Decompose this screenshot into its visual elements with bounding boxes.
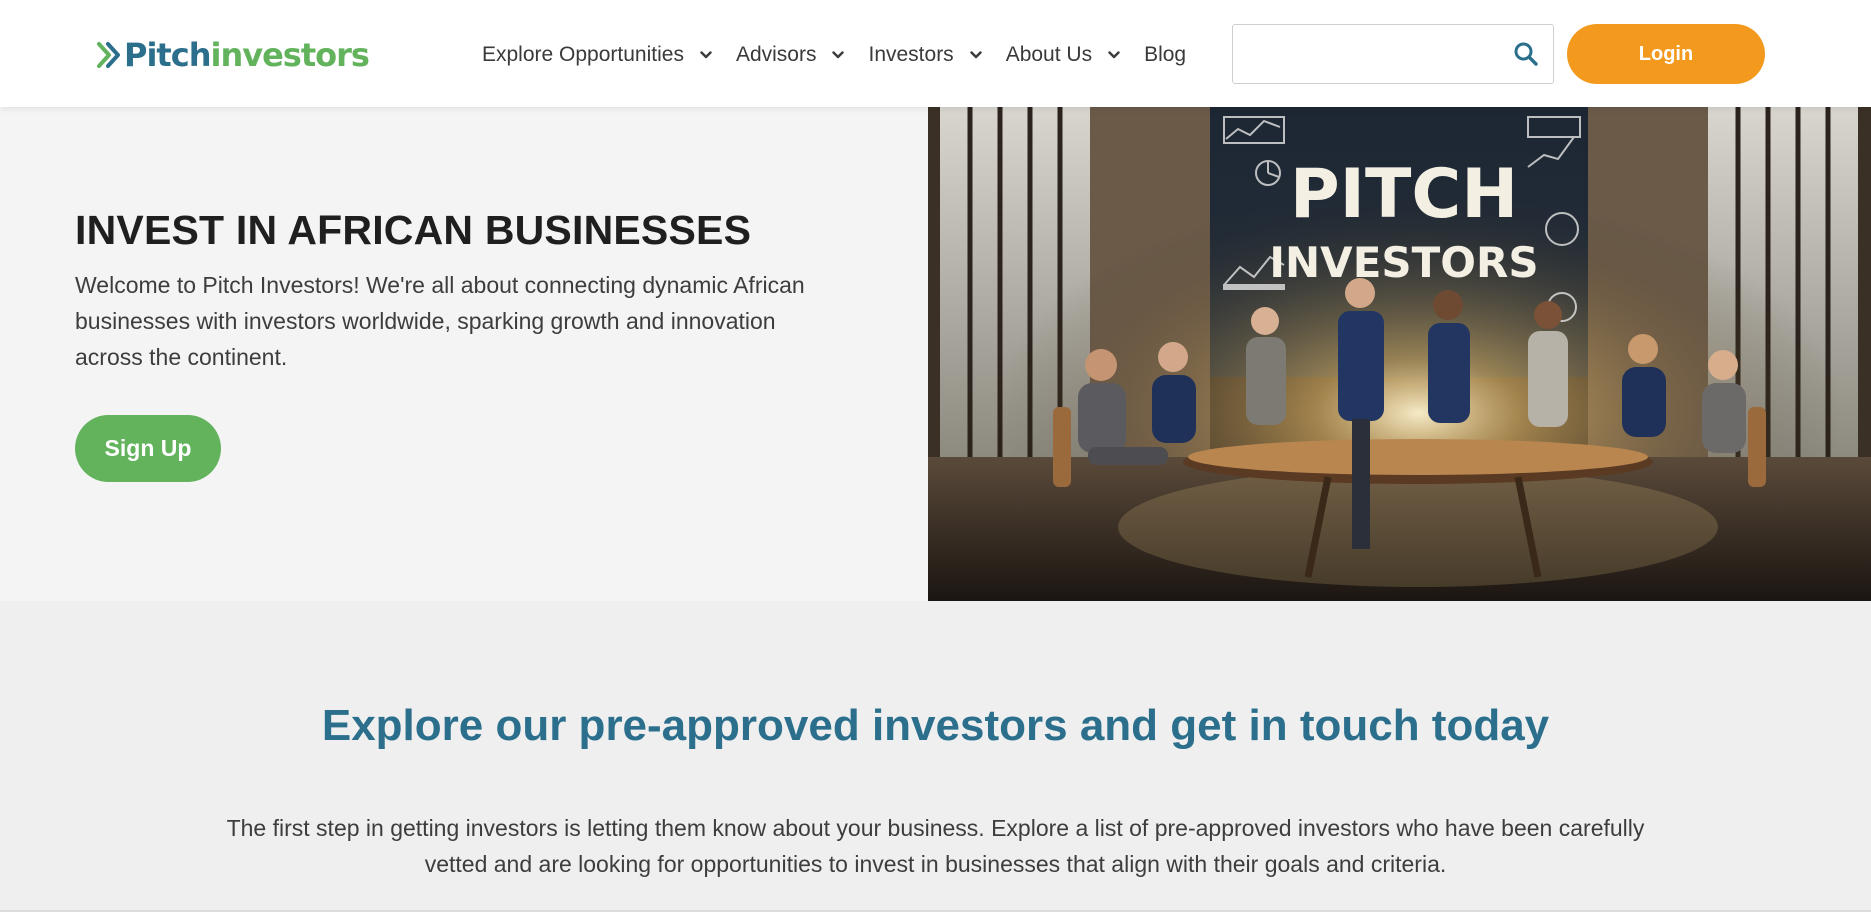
chevron-down-icon	[832, 51, 845, 59]
logo-text-investors: investors	[210, 36, 369, 74]
main-nav: Explore Opportunities Advisors Investors…	[482, 34, 1186, 76]
nav-item-explore-opportunities[interactable]: Explore Opportunities	[482, 43, 712, 67]
nav-item-about-us[interactable]: About Us	[1006, 43, 1120, 67]
nav-item-blog[interactable]: Blog	[1144, 43, 1186, 67]
logo-text-pitch: Pitch	[124, 36, 211, 74]
nav-label: Blog	[1144, 43, 1187, 66]
hero-section: INVEST IN AFRICAN BUSINESSES Welcome to …	[0, 107, 1871, 601]
nav-item-investors[interactable]: Investors	[868, 43, 982, 67]
hero-image: PITCH INVESTORS	[928, 107, 1871, 601]
nav-label: About Us	[1005, 43, 1093, 66]
hero-description: Welcome to Pitch Investors! We're all ab…	[75, 272, 805, 370]
site-header: Pitchinvestors Explore Opportunities Adv…	[0, 0, 1871, 107]
site-logo[interactable]: Pitchinvestors	[97, 32, 370, 78]
logo-arrow-icon	[97, 42, 120, 68]
search-box	[1232, 24, 1554, 84]
sign-text-pitch: PITCH	[1290, 155, 1518, 234]
nav-label: Explore Opportunities	[482, 43, 684, 66]
chevron-down-icon	[1108, 51, 1120, 59]
login-button[interactable]: Login	[1567, 24, 1765, 84]
explore-description: The first step in getting investors is l…	[226, 815, 1645, 877]
explore-section: Explore our pre-approved investors and g…	[0, 601, 1871, 912]
nav-label: Investors	[868, 43, 954, 66]
search-input[interactable]	[1233, 25, 1503, 83]
boardroom-illustration: PITCH INVESTORS	[928, 107, 1871, 601]
hero-title: INVEST IN AFRICAN BUSINESSES	[75, 207, 752, 253]
sign-up-button[interactable]: Sign Up	[75, 415, 221, 482]
logo-wordmark: Pitchinvestors	[124, 32, 370, 78]
nav-item-advisors[interactable]: Advisors	[736, 43, 845, 67]
sign-text-investors: INVESTORS	[1269, 238, 1538, 287]
nav-label: Advisors	[735, 43, 817, 66]
chevron-down-icon	[700, 51, 712, 59]
search-icon[interactable]	[1513, 41, 1539, 67]
chevron-down-icon	[969, 51, 982, 59]
explore-title: Explore our pre-approved investors and g…	[321, 701, 1550, 750]
